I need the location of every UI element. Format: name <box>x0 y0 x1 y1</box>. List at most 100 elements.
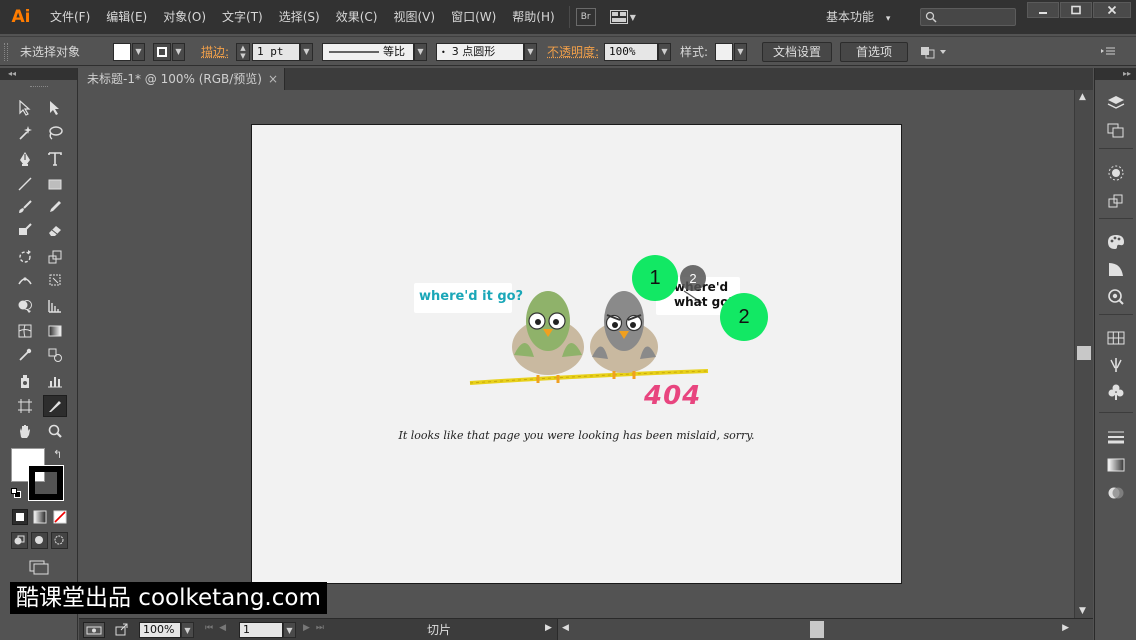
lasso-tool[interactable] <box>43 122 67 144</box>
draw-inside-button[interactable] <box>51 532 68 549</box>
workspace-switcher[interactable]: 基本功能 ▾ <box>826 8 890 26</box>
slice-marker-2-hover[interactable]: 2 <box>680 265 706 291</box>
profile-dropdown[interactable]: ▼ <box>414 43 427 61</box>
stroke-panel-link[interactable]: 描边: <box>201 43 229 61</box>
menu-type[interactable]: 文字(T) <box>214 0 271 34</box>
scroll-right-icon[interactable]: ▶ <box>1062 623 1069 633</box>
vertical-scrollbar[interactable]: ▲ ▼ <box>1074 90 1093 618</box>
paintbrush-tool[interactable] <box>13 196 37 218</box>
opacity-dropdown[interactable]: ▼ <box>658 43 671 61</box>
swap-colors-icon[interactable]: ↰ <box>53 448 62 461</box>
document-setup-button[interactable]: 文档设置 <box>762 42 832 62</box>
rectangle-tool[interactable] <box>43 173 67 195</box>
width-tool[interactable] <box>13 269 37 291</box>
pencil-tool[interactable] <box>43 196 67 218</box>
vertical-scroll-thumb[interactable] <box>1077 346 1091 360</box>
variable-width-profile[interactable]: 等比 <box>322 43 414 61</box>
layers-panel-button[interactable] <box>1104 92 1128 114</box>
slice-marker-1[interactable]: 1 <box>632 255 678 301</box>
opacity-field[interactable]: 100% <box>604 43 658 61</box>
slice-tool[interactable] <box>43 395 67 417</box>
type-tool[interactable] <box>43 148 67 170</box>
menu-effect[interactable]: 效果(C) <box>328 0 386 34</box>
rotate-tool[interactable] <box>13 246 37 268</box>
menu-edit[interactable]: 编辑(E) <box>98 0 155 34</box>
close-tab-icon[interactable]: × <box>268 68 278 90</box>
canvas-area[interactable]: where'd it go? where'd what go? 404 It l… <box>79 90 1074 618</box>
artboard-nav-next-icon[interactable]: ▶⏭ <box>303 623 330 633</box>
menu-file[interactable]: 文件(F) <box>42 0 98 34</box>
stroke-weight-stepper[interactable]: ▲ ▼ <box>236 43 250 61</box>
slice-marker-2[interactable]: 2 <box>720 293 768 341</box>
gradient-mode-button[interactable] <box>32 509 48 525</box>
brushes-panel-button[interactable] <box>1104 354 1128 376</box>
color-panel-button[interactable] <box>1104 231 1128 253</box>
swatch-grid-panel-button[interactable] <box>1104 327 1128 349</box>
symbols-panel-button[interactable] <box>1104 381 1128 403</box>
minimize-button[interactable] <box>1027 2 1059 18</box>
status-menu-arrow-icon[interactable]: ▶ <box>545 623 552 633</box>
mesh-tool[interactable] <box>13 320 37 342</box>
fill-swatch[interactable] <box>113 43 131 61</box>
stroke-swatch[interactable] <box>153 43 171 61</box>
panel-menu-button[interactable] <box>1100 45 1116 60</box>
menu-object[interactable]: 对象(O) <box>155 0 214 34</box>
transparency-panel-button[interactable] <box>1104 482 1128 504</box>
opacity-panel-link[interactable]: 不透明度: <box>547 43 599 61</box>
pen-tool[interactable] <box>13 148 37 170</box>
zoom-dropdown[interactable]: ▼ <box>181 622 194 638</box>
bridge-button[interactable]: Br <box>576 8 596 26</box>
eraser-tool[interactable] <box>43 219 67 241</box>
default-colors-icon[interactable] <box>11 488 21 498</box>
search-input[interactable] <box>920 8 1016 26</box>
shape-builder-tool[interactable] <box>13 295 37 317</box>
arrange-documents-button[interactable]: ▼ <box>610 10 636 24</box>
artboards-panel-button[interactable] <box>1104 120 1128 142</box>
status-toggle-button[interactable] <box>83 622 105 638</box>
menu-select[interactable]: 选择(S) <box>271 0 328 34</box>
horizontal-scroll-thumb[interactable] <box>810 621 824 638</box>
color-guide-panel-button[interactable] <box>1104 258 1128 280</box>
artboard-nav-prev-icon[interactable]: ⏮◀ <box>205 623 232 633</box>
draw-normal-button[interactable] <box>11 532 28 549</box>
hand-tool[interactable] <box>13 420 37 442</box>
free-transform-tool[interactable] <box>43 269 67 291</box>
export-button[interactable] <box>115 622 129 639</box>
draw-behind-button[interactable] <box>31 532 48 549</box>
artboard-tool[interactable] <box>13 395 37 417</box>
close-window-button[interactable] <box>1093 2 1131 18</box>
stroke-dropdown[interactable]: ▼ <box>172 43 185 61</box>
direct-selection-tool[interactable] <box>43 97 67 119</box>
color-mode-button[interactable] <box>12 509 28 525</box>
brush-definition[interactable]: • 3 点圆形 <box>436 43 524 61</box>
maximize-button[interactable] <box>1060 2 1092 18</box>
artboard[interactable]: where'd it go? where'd what go? 404 It l… <box>251 124 902 584</box>
stroke-color-box[interactable] <box>29 466 63 500</box>
zoom-field[interactable]: 100% <box>139 622 181 638</box>
graphic-style-swatch[interactable] <box>715 43 733 61</box>
artboard-number-field[interactable]: 1 <box>239 622 283 638</box>
scroll-up-icon[interactable]: ▲ <box>1079 92 1086 102</box>
symbol-sprayer-tool[interactable] <box>13 370 37 392</box>
eyedropper-tool[interactable] <box>13 344 37 366</box>
horizontal-scrollbar[interactable]: ◀ ▶ <box>557 619 1093 640</box>
tools-panel-header[interactable]: ◂◂ <box>0 68 77 80</box>
blob-brush-tool[interactable] <box>13 219 37 241</box>
gradient-tool[interactable] <box>43 320 67 342</box>
none-mode-button[interactable] <box>52 509 68 525</box>
blend-tool[interactable] <box>43 344 67 366</box>
brush-dropdown[interactable]: ▼ <box>524 43 537 61</box>
transform-panel-button[interactable] <box>1104 190 1128 212</box>
zoom-tool[interactable] <box>43 420 67 442</box>
line-segment-tool[interactable] <box>13 173 37 195</box>
scale-tool[interactable] <box>43 246 67 268</box>
stroke-panel-button[interactable] <box>1104 426 1128 448</box>
appearance-panel-button[interactable] <box>1104 162 1128 184</box>
swatches-panel-button[interactable] <box>1104 286 1128 308</box>
menu-view[interactable]: 视图(V) <box>385 0 443 34</box>
dock-collapse-button[interactable]: ▸▸ <box>1095 68 1136 80</box>
stroke-weight-field[interactable]: 1 pt <box>252 43 300 61</box>
stroke-weight-dropdown[interactable]: ▼ <box>300 43 313 61</box>
preferences-button[interactable]: 首选项 <box>840 42 908 62</box>
gradient-panel-button[interactable] <box>1104 454 1128 476</box>
